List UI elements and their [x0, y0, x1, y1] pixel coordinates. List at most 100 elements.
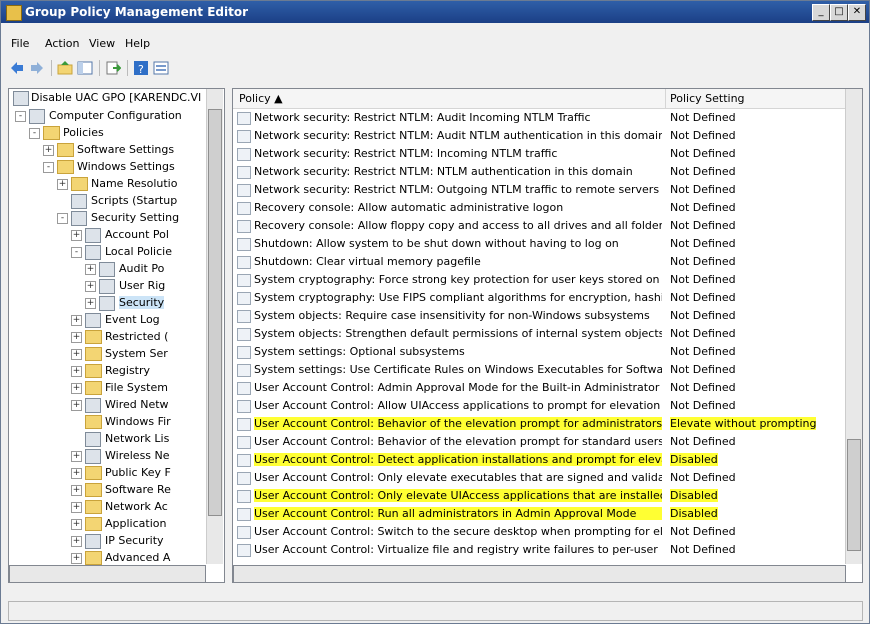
policy-name: Shutdown: Clear virtual memory pagefile: [254, 255, 481, 268]
collapse-toggle[interactable]: -: [43, 162, 54, 173]
policy-row[interactable]: System objects: Require case insensitivi…: [233, 307, 845, 325]
policy-row[interactable]: System cryptography: Force strong key pr…: [233, 271, 845, 289]
policy-setting: Not Defined: [670, 345, 736, 358]
policy-row[interactable]: User Account Control: Only elevate execu…: [233, 469, 845, 487]
policy-row[interactable]: Network security: Restrict NTLM: Incomin…: [233, 145, 845, 163]
expand-toggle[interactable]: +: [71, 536, 82, 547]
policy-icon: [237, 292, 251, 305]
policy-row[interactable]: Recovery console: Allow automatic admini…: [233, 199, 845, 217]
expand-toggle[interactable]: +: [71, 400, 82, 411]
policy-icon: [237, 328, 251, 341]
policy-row[interactable]: User Account Control: Behavior of the el…: [233, 415, 845, 433]
expand-toggle[interactable]: +: [71, 315, 82, 326]
expand-toggle[interactable]: +: [71, 485, 82, 496]
policy-list[interactable]: Policy ▲ Policy Setting Network security…: [232, 88, 863, 583]
title-bar[interactable]: Group Policy Management Editor _ □ ✕: [1, 1, 869, 23]
expand-toggle[interactable]: +: [57, 179, 68, 190]
expand-toggle[interactable]: +: [85, 281, 96, 292]
tree-node-label: Account Pol: [105, 228, 169, 241]
menu-file[interactable]: File: [11, 37, 29, 50]
tree-node-label: Event Log: [105, 313, 160, 326]
policy-row[interactable]: User Account Control: Run all administra…: [233, 505, 845, 523]
policy-row[interactable]: User Account Control: Virtualize file an…: [233, 541, 845, 559]
expand-toggle[interactable]: +: [71, 332, 82, 343]
show-hide-tree-icon[interactable]: [77, 60, 93, 76]
policy-setting: Not Defined: [670, 309, 736, 322]
policy-row[interactable]: User Account Control: Allow UIAccess app…: [233, 397, 845, 415]
policy-row[interactable]: Network security: Restrict NTLM: NTLM au…: [233, 163, 845, 181]
policy-icon: [237, 130, 251, 143]
policy-row[interactable]: System cryptography: Use FIPS compliant …: [233, 289, 845, 307]
policy-row[interactable]: System settings: Use Certificate Rules o…: [233, 361, 845, 379]
expand-toggle[interactable]: +: [71, 451, 82, 462]
policy-setting: Not Defined: [670, 183, 736, 196]
up-folder-icon[interactable]: [57, 60, 73, 76]
tree-scroll-thumb[interactable]: [208, 109, 222, 516]
policy-row[interactable]: Network security: Restrict NTLM: Outgoin…: [233, 181, 845, 199]
menu-action[interactable]: Action: [45, 37, 79, 50]
help-icon[interactable]: ?: [133, 60, 149, 76]
policy-row[interactable]: Network security: Restrict NTLM: Audit I…: [233, 109, 845, 127]
forward-arrow-icon[interactable]: [29, 60, 45, 76]
expand-toggle[interactable]: +: [71, 230, 82, 241]
policy-node-icon: [85, 398, 101, 413]
expand-toggle[interactable]: +: [43, 145, 54, 156]
export-list-icon[interactable]: [105, 60, 121, 76]
policy-row[interactable]: User Account Control: Admin Approval Mod…: [233, 379, 845, 397]
policy-row[interactable]: System objects: Strengthen default permi…: [233, 325, 845, 343]
list-vertical-scrollbar[interactable]: [845, 89, 862, 564]
policy-setting-column-header[interactable]: Policy Setting: [670, 92, 745, 105]
collapse-toggle[interactable]: -: [57, 213, 68, 224]
console-tree[interactable]: Disable UAC GPO [KARENDC.VI - Computer Co…: [8, 88, 225, 583]
collapse-toggle[interactable]: -: [29, 128, 40, 139]
tree-node-label: Application: [105, 517, 167, 530]
collapse-toggle[interactable]: -: [71, 247, 82, 258]
policy-setting: Not Defined: [670, 525, 736, 538]
policy-icon: [237, 346, 251, 359]
expand-toggle[interactable]: +: [71, 519, 82, 530]
policy-row[interactable]: User Account Control: Detect application…: [233, 451, 845, 469]
expand-toggle[interactable]: +: [71, 468, 82, 479]
tree-node-label: Security Setting: [91, 211, 180, 224]
properties-view-icon[interactable]: [153, 60, 169, 76]
policy-row[interactable]: Recovery console: Allow floppy copy and …: [233, 217, 845, 235]
back-arrow-icon[interactable]: [9, 60, 25, 76]
tree-node-label: Windows Fir: [105, 415, 171, 428]
expand-toggle[interactable]: +: [71, 383, 82, 394]
collapse-toggle[interactable]: -: [15, 111, 26, 122]
tree-vertical-scrollbar[interactable]: [206, 89, 223, 564]
policy-icon: [237, 202, 251, 215]
expand-toggle[interactable]: +: [71, 553, 82, 564]
policy-setting: Not Defined: [670, 399, 736, 412]
list-scroll-thumb[interactable]: [847, 439, 861, 551]
policy-node-icon: [71, 211, 87, 226]
expand-toggle[interactable]: +: [71, 502, 82, 513]
policy-row[interactable]: Shutdown: Allow system to be shut down w…: [233, 235, 845, 253]
tree-node-label: Windows Settings: [77, 160, 175, 173]
close-button[interactable]: ✕: [848, 4, 866, 21]
minimize-button[interactable]: _: [812, 4, 830, 21]
expand-toggle[interactable]: +: [85, 298, 96, 309]
policy-name: User Account Control: Behavior of the el…: [254, 435, 662, 448]
menu-view[interactable]: View: [89, 37, 115, 50]
expand-toggle[interactable]: +: [85, 264, 96, 275]
list-horizontal-scrollbar[interactable]: [233, 565, 846, 582]
policy-column-header[interactable]: Policy ▲: [239, 92, 283, 105]
policy-row[interactable]: Network security: Restrict NTLM: Audit N…: [233, 127, 845, 145]
tree-horizontal-scrollbar[interactable]: [9, 565, 206, 582]
policy-setting: Disabled: [670, 453, 718, 466]
policy-icon: [237, 112, 251, 125]
policy-name: User Account Control: Only elevate UIAcc…: [254, 489, 662, 502]
policy-row[interactable]: System settings: Optional subsystems Not …: [233, 343, 845, 361]
expand-toggle[interactable]: +: [71, 366, 82, 377]
policy-row[interactable]: User Account Control: Only elevate UIAcc…: [233, 487, 845, 505]
policy-icon: [237, 364, 251, 377]
policy-row[interactable]: Shutdown: Clear virtual memory pagefile N…: [233, 253, 845, 271]
policy-row[interactable]: User Account Control: Switch to the secu…: [233, 523, 845, 541]
expand-toggle[interactable]: +: [71, 349, 82, 360]
tree-node-label: Audit Po: [119, 262, 165, 275]
policy-row[interactable]: User Account Control: Behavior of the el…: [233, 433, 845, 451]
menu-help[interactable]: Help: [125, 37, 150, 50]
policy-name: System settings: Use Certificate Rules o…: [254, 363, 662, 376]
maximize-button[interactable]: □: [830, 4, 848, 21]
